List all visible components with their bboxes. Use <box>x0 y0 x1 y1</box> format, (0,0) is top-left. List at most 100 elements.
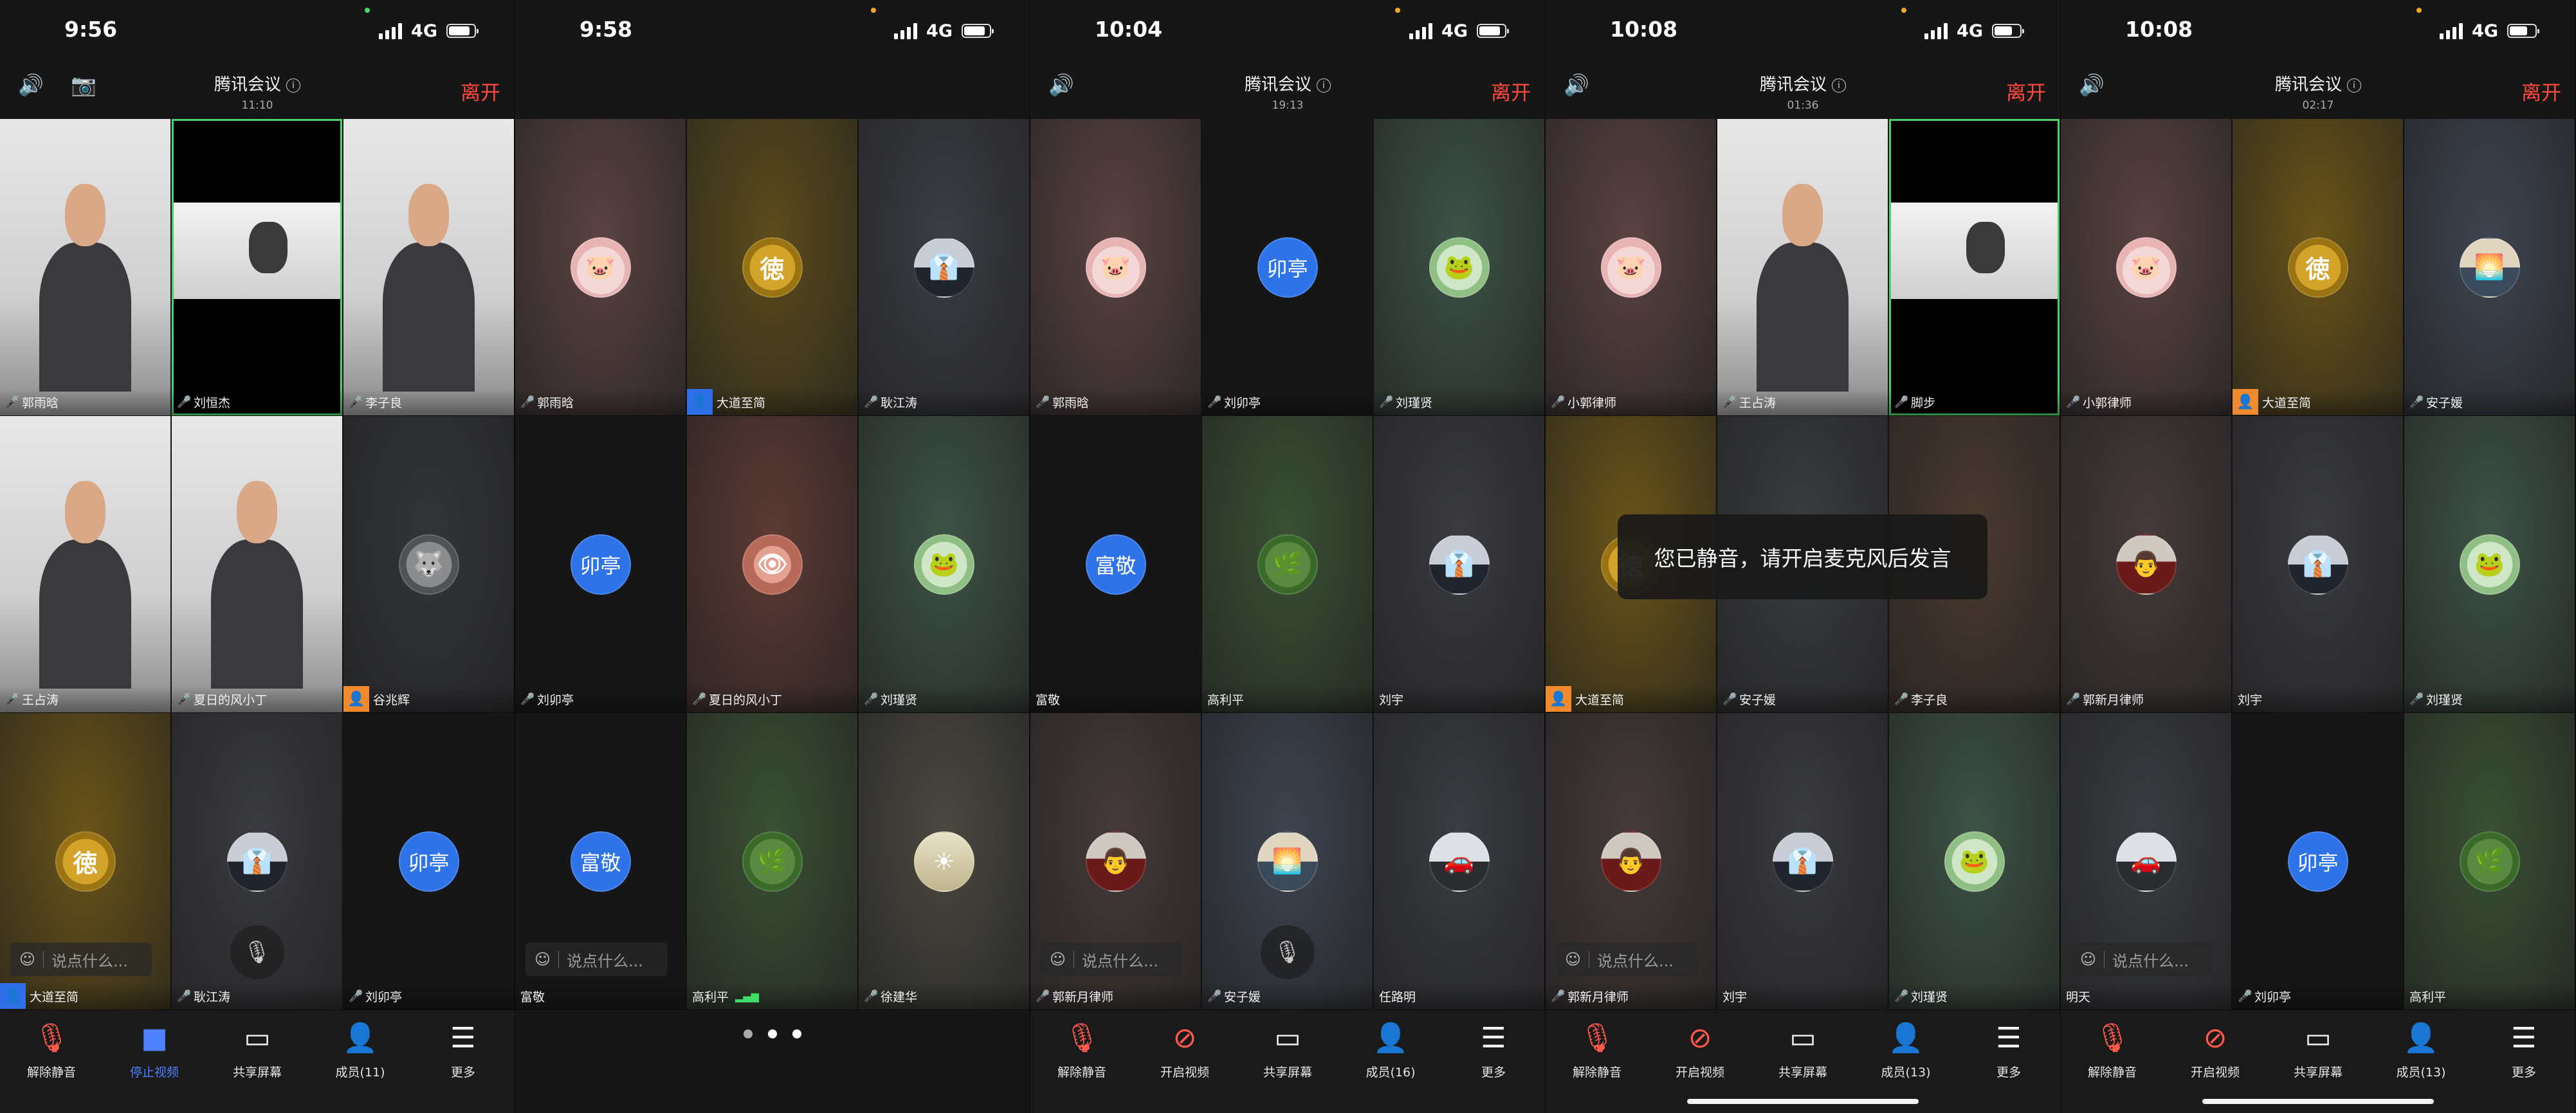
mic-off-button[interactable]: 🎙 解除静音 <box>2061 1018 2164 1080</box>
participant-tile[interactable]: 👨 🎤 郭新月律师 <box>2061 416 2232 713</box>
participant-tile[interactable]: 👔 🎤 耿江涛 <box>859 119 1030 416</box>
page-dot[interactable] <box>744 1029 753 1038</box>
leave-button[interactable]: 离开 <box>1491 77 1531 105</box>
status-right: 4G <box>379 19 479 42</box>
leave-button[interactable]: 离开 <box>461 77 500 105</box>
participant-tile[interactable]: 👔 🎙 🎤 耿江涛 <box>172 713 343 1010</box>
participant-name: 郭新月律师 <box>2083 692 2144 707</box>
meeting-title-block[interactable]: 腾讯会议 i 01:36 <box>1546 71 2060 112</box>
participant-tile[interactable]: ☀ 🎤 徐建华 <box>859 713 1030 1010</box>
participant-tile[interactable]: 👔 刘宇 <box>1717 713 1888 1010</box>
participant-tile[interactable]: 🎤 夏日的风小丁 <box>172 416 343 713</box>
participant-tile[interactable]: 🐷 🎤 小郭律师 <box>2061 119 2232 416</box>
screen-share-button[interactable]: ▭ 共享屏幕 <box>1751 1018 1854 1080</box>
info-icon[interactable]: i <box>2347 78 2361 93</box>
leave-button[interactable]: 离开 <box>2006 77 2046 105</box>
more-button[interactable]: ☰ 更多 <box>1957 1018 2060 1080</box>
page-dot[interactable] <box>768 1029 777 1038</box>
participant-tile[interactable]: 👔 刘宇 <box>2233 416 2404 713</box>
participant-name-bar: 🎤 刘卯亭 <box>343 982 514 1009</box>
info-icon[interactable]: i <box>1317 78 1331 93</box>
meeting-title-block[interactable]: 腾讯会议 i 11:10 <box>0 71 515 112</box>
members-button[interactable]: 👤 成员(16) <box>1339 1018 1442 1080</box>
mic-icon: 🎤 <box>5 692 20 706</box>
members-button[interactable]: 👤 成员(11) <box>309 1018 412 1080</box>
info-icon[interactable]: i <box>286 78 300 93</box>
more-button[interactable]: ☰ 更多 <box>1442 1018 1545 1080</box>
screen-share-button[interactable]: ▭ 共享屏幕 <box>2267 1018 2370 1080</box>
participant-tile[interactable]: 🎤 王占涛 <box>0 416 171 713</box>
mic-off-button[interactable]: 🎙 解除静音 <box>0 1018 103 1080</box>
participant-tile[interactable]: 卯亭 🎤 刘卯亭 <box>1202 119 1373 416</box>
video-off-button[interactable]: ⊘ 开启视频 <box>1133 1018 1236 1080</box>
participant-tile[interactable]: 🐺 👤 谷兆辉 <box>343 416 515 713</box>
participant-name: 刘恒杰 <box>194 395 231 410</box>
members-button[interactable]: 👤 成员(13) <box>2370 1018 2472 1080</box>
participant-tile[interactable]: 富敬 富敬 <box>1030 416 1201 713</box>
video-off-button[interactable]: ⊘ 开启视频 <box>2164 1018 2267 1080</box>
participant-tile[interactable]: 🎤 郭雨晗 <box>0 119 171 416</box>
members-icon: 👤 <box>1373 1022 1409 1054</box>
screen-share-button[interactable]: ▭ 共享屏幕 <box>206 1018 309 1080</box>
video-off-button[interactable]: ⊘ 开启视频 <box>1649 1018 1751 1080</box>
participant-tile[interactable]: 👔 刘宇 <box>1374 416 1545 713</box>
cell-signal-icon <box>1924 23 1948 39</box>
participant-tile[interactable]: 徳 👤 大道至简 <box>687 119 858 416</box>
chat-input[interactable]: ☺ 说点什么... <box>10 943 152 976</box>
chat-input[interactable]: ☺ 说点什么... <box>2071 943 2213 976</box>
participant-name: 徐建华 <box>881 990 918 1004</box>
participant-tile[interactable]: 🐸 🎤 刘瑾贤 <box>1889 713 2060 1010</box>
participant-tile[interactable]: 🐸 🎤 刘瑾贤 <box>859 416 1030 713</box>
screen-share-icon: ▭ <box>1789 1022 1816 1054</box>
participant-tile[interactable]: 🐸 🎤 刘瑾贤 <box>1374 119 1545 416</box>
video-button[interactable]: ■ 停止视频 <box>103 1018 206 1080</box>
emoji-icon[interactable]: ☺ <box>2080 950 2096 968</box>
participant-tile[interactable]: 卯亭 🎤 刘卯亭 <box>343 713 515 1010</box>
video-off-icon: ⊘ <box>2203 1022 2227 1054</box>
emoji-icon[interactable]: ☺ <box>19 950 35 968</box>
participant-name-bar: 🎤 郭新月律师 <box>1546 982 1716 1009</box>
leave-button[interactable]: 离开 <box>2521 77 2561 105</box>
participant-tile[interactable]: 卯亭 🎤 刘卯亭 <box>2233 713 2404 1010</box>
emoji-icon[interactable]: ☺ <box>1565 950 1581 968</box>
participant-tile[interactable]: 🌿 高利平 <box>2404 713 2575 1010</box>
participant-tile[interactable]: 🎤 李子良 <box>343 119 515 416</box>
chat-input[interactable]: ☺ 说点什么... <box>525 943 667 976</box>
emoji-icon[interactable]: ☺ <box>534 950 551 968</box>
participant-tile[interactable]: 卯亭 🎤 刘卯亭 <box>515 416 686 713</box>
participant-tile[interactable]: 🎤 刘恒杰 <box>172 119 343 416</box>
members-button[interactable]: 👤 成员(13) <box>1854 1018 1957 1080</box>
mic-icon: 🎤 <box>1551 989 1566 1003</box>
chat-input[interactable]: ☺ 说点什么... <box>1556 943 1697 976</box>
page-dot[interactable] <box>792 1029 801 1038</box>
participant-tile[interactable]: 👁 🎤 夏日的风小丁 <box>687 416 858 713</box>
participant-tile[interactable]: 🌅 🎙 🎤 安子媛 <box>1202 713 1373 1010</box>
participant-tile[interactable]: 🌿 高利平 ▂▄▆ <box>687 713 858 1010</box>
more-button[interactable]: ☰ 更多 <box>412 1018 515 1080</box>
chat-input[interactable]: ☺ 说点什么... <box>1041 943 1182 976</box>
meeting-title-block[interactable]: 腾讯会议 i 19:13 <box>1030 71 1545 112</box>
participant-name: 刘卯亭 <box>537 692 574 707</box>
screen-share-button[interactable]: ▭ 共享屏幕 <box>1236 1018 1339 1080</box>
video-off-icon: ⊘ <box>1173 1022 1197 1054</box>
emoji-icon[interactable]: ☺ <box>1050 950 1066 968</box>
participant-tile[interactable]: 🐷 🎤 郭雨晗 <box>1030 119 1201 416</box>
camera-feed <box>378 184 480 392</box>
info-icon[interactable]: i <box>1832 78 1846 93</box>
participant-tile[interactable]: 🌿 高利平 <box>1202 416 1373 713</box>
participant-tile[interactable]: 🐸 🎤 刘瑾贤 <box>2404 416 2575 713</box>
participant-tile[interactable]: 徳 👤 大道至简 <box>2233 119 2404 416</box>
participant-tile[interactable]: 🎤 王占涛 <box>1717 119 1888 416</box>
participant-tile[interactable]: 🌅 🎤 安子媛 <box>2404 119 2575 416</box>
meeting-title-block[interactable]: 腾讯会议 i 02:17 <box>2061 71 2575 112</box>
participant-tile[interactable]: 🐷 🎤 郭雨晗 <box>515 119 686 416</box>
participant-tile[interactable]: 🎤 脚步 <box>1889 119 2060 416</box>
mic-off-button[interactable]: 🎙 解除静音 <box>1030 1018 1133 1080</box>
participant-name-bar: 刘宇 <box>2233 685 2403 712</box>
participant-tile[interactable]: 🚗 任路明 <box>1374 713 1545 1010</box>
participant-tile[interactable]: 🐷 🎤 小郭律师 <box>1546 119 1717 416</box>
more-button[interactable]: ☰ 更多 <box>2472 1018 2575 1080</box>
mic-icon: 🎤 <box>864 395 879 409</box>
status-time: 10:08 <box>1610 17 1678 42</box>
mic-off-button[interactable]: 🎙 解除静音 <box>1546 1018 1649 1080</box>
